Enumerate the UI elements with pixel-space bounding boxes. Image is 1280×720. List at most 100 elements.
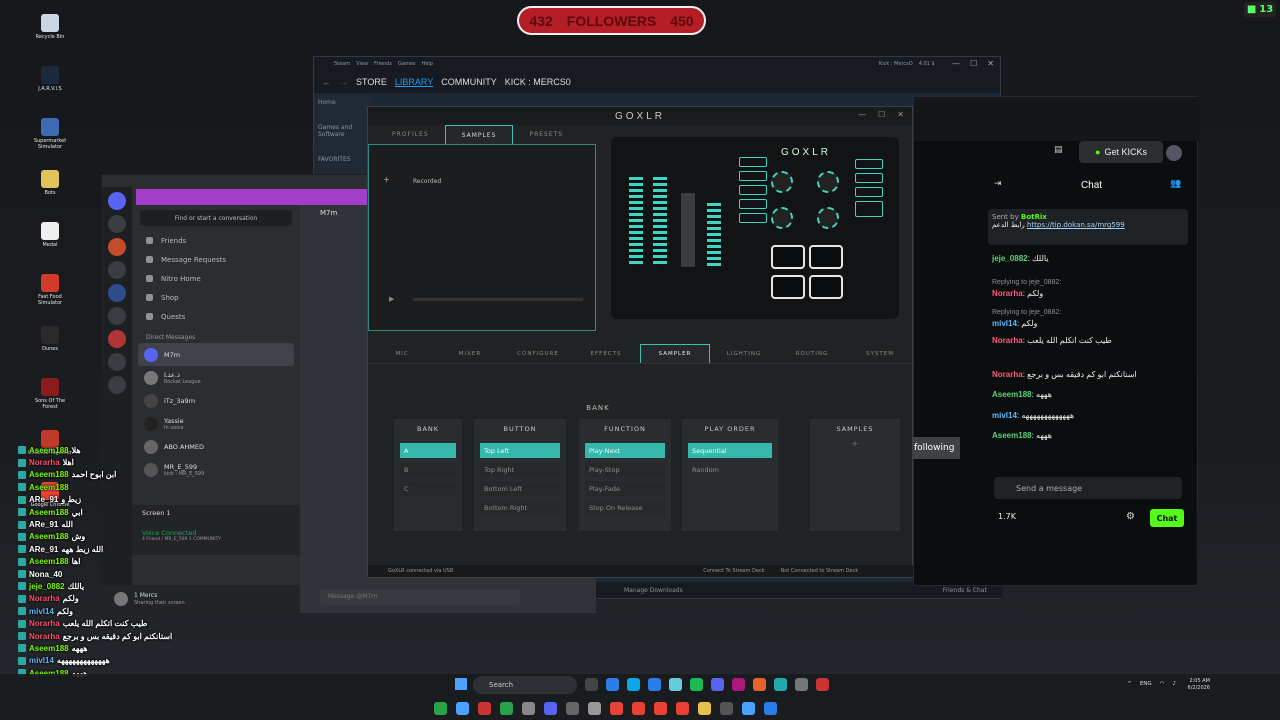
tab-effects[interactable]: EFFECTS xyxy=(572,344,640,363)
chat-username[interactable]: Aseem188 xyxy=(992,390,1032,399)
add-icon[interactable]: + xyxy=(383,175,390,184)
desktop-icon[interactable]: Medal xyxy=(28,222,72,270)
steam-account[interactable]: Kick : MercsO xyxy=(879,61,913,67)
taskbar-app-icon[interactable] xyxy=(676,702,689,715)
side-button[interactable] xyxy=(739,213,767,223)
taskbar-app-icon[interactable] xyxy=(764,702,777,715)
button-option-bottom-right[interactable]: Bottom Right xyxy=(480,500,560,515)
side-button[interactable] xyxy=(739,199,767,209)
dm-item[interactable]: iTz_3a9m xyxy=(132,389,300,412)
sidebar-home[interactable]: Home xyxy=(314,95,374,110)
volume-icon[interactable]: ♪ xyxy=(1172,681,1176,687)
taskbar-app-icon[interactable] xyxy=(585,678,598,691)
nav-profile[interactable]: KICK : MERCS0 xyxy=(505,77,571,87)
taskbar-app-icon[interactable] xyxy=(648,678,661,691)
server-icon[interactable] xyxy=(108,284,126,302)
desktop-icon[interactable]: Recycle Bin xyxy=(28,14,72,62)
chat-message[interactable]: Aseem188: هههه xyxy=(992,389,1192,400)
taskbar-app-icon[interactable] xyxy=(627,678,640,691)
send-message-input[interactable]: Send a message xyxy=(994,477,1182,499)
taskbar-app-icon[interactable] xyxy=(816,678,829,691)
nav-library[interactable]: LIBRARY xyxy=(395,77,433,87)
play-order-option-sequential[interactable]: Sequential xyxy=(688,443,772,458)
tab-system[interactable]: SYSTEM xyxy=(846,344,914,363)
taskbar-app-icon[interactable] xyxy=(742,702,755,715)
chat-username[interactable]: mivl14 xyxy=(992,411,1017,420)
side-button[interactable] xyxy=(855,187,883,197)
minimize-icon[interactable]: — xyxy=(952,59,960,68)
taskbar-app-icon[interactable] xyxy=(753,678,766,691)
sample-pad-top-left[interactable] xyxy=(771,245,805,269)
taskbar-app-icon[interactable] xyxy=(711,678,724,691)
server-icon[interactable] xyxy=(108,376,126,394)
taskbar-app-icon[interactable] xyxy=(795,678,808,691)
tab-mic[interactable]: MIC xyxy=(368,344,436,363)
function-option-stop-on-release[interactable]: Stop On Release xyxy=(585,500,665,515)
nav-message-requests[interactable]: Message Requests xyxy=(132,250,300,269)
sidebar-games-filter[interactable]: Games and Software xyxy=(314,120,374,142)
avatar[interactable] xyxy=(1166,145,1182,161)
chevron-up-icon[interactable]: ^ xyxy=(1127,681,1132,687)
following-button[interactable]: following xyxy=(912,437,960,459)
bank-option-c[interactable]: C xyxy=(400,481,456,496)
side-button[interactable] xyxy=(855,173,883,183)
close-icon[interactable]: ✕ xyxy=(987,59,994,68)
taskbar-app-icon[interactable] xyxy=(610,702,623,715)
side-button[interactable] xyxy=(739,157,767,167)
chat-username[interactable]: jeje_0882 xyxy=(992,254,1028,263)
sample-pad-top-right[interactable] xyxy=(809,245,843,269)
taskbar-app-icon[interactable] xyxy=(434,702,447,715)
chat-message[interactable]: Replying to jeje_0882: mivl14: ولكم xyxy=(992,307,1192,329)
taskbar-app-icon[interactable] xyxy=(654,702,667,715)
taskbar-app-icon[interactable] xyxy=(606,678,619,691)
desktop-icon[interactable]: Supermarket Simulator xyxy=(28,118,72,166)
tab-profiles[interactable]: PROFILES xyxy=(376,125,445,145)
taskbar-app-icon[interactable] xyxy=(588,702,601,715)
server-icon[interactable] xyxy=(108,353,126,371)
steam-menu-help[interactable]: Help xyxy=(422,61,433,67)
function-option-play-fade[interactable]: Play-Fade xyxy=(585,481,665,496)
chat-message[interactable]: mivl14: هههههههههههههه xyxy=(992,410,1192,421)
taskbar-search[interactable]: Search xyxy=(473,676,577,694)
wifi-icon[interactable]: ◠ xyxy=(1160,681,1165,687)
chat-username[interactable]: Norarha xyxy=(992,289,1023,298)
button-option-top-left[interactable]: Top Left xyxy=(480,443,560,458)
taskbar-app-icon[interactable] xyxy=(690,678,703,691)
users-icon[interactable]: 👥 xyxy=(1170,179,1181,189)
taskbar-app-icon[interactable] xyxy=(632,702,645,715)
connect-stream-deck[interactable]: Connect To Stream Deck Not Connected to … xyxy=(703,568,858,574)
nav-community[interactable]: COMMUNITY xyxy=(441,77,497,87)
kick-browser-window[interactable]: ▤ ● Get KICKs ⇥ Chat 👥 Sent by BotRix راب… xyxy=(913,96,1199,586)
chat-message[interactable]: Norarha: طيب كنت اتكلم الله يلعب xyxy=(992,335,1192,346)
close-icon[interactable]: ✕ xyxy=(897,110,904,119)
clock[interactable]: 2:05 AM 6/2/2026 xyxy=(1188,678,1210,692)
play-order-option-random[interactable]: Random xyxy=(688,462,772,477)
button-option-bottom-left[interactable]: Bottom Left xyxy=(480,481,560,496)
discord-home-icon[interactable] xyxy=(108,192,126,210)
tab-sampler[interactable]: SAMPLER xyxy=(640,344,710,363)
chat-send-button[interactable]: Chat xyxy=(1150,509,1184,527)
playback-slider[interactable] xyxy=(413,298,583,301)
sample-pad-bottom-left[interactable] xyxy=(771,275,805,299)
server-icon[interactable] xyxy=(108,261,126,279)
steam-menu-steam[interactable]: Steam xyxy=(334,61,350,67)
start-icon[interactable] xyxy=(455,678,467,690)
desktop-icon[interactable]: Fast Food Simulator xyxy=(28,274,72,322)
nav-store[interactable]: STORE xyxy=(356,77,387,87)
minimize-icon[interactable]: — xyxy=(858,110,866,119)
steam-menu-games[interactable]: Games xyxy=(398,61,416,67)
back-arrow-icon[interactable]: ← xyxy=(322,77,331,87)
goxlr-window[interactable]: GOXLR — ☐ ✕ PROFILES SAMPLES PRESETS + R… xyxy=(367,106,914,578)
tab-routing[interactable]: ROUTING xyxy=(778,344,846,363)
taskbar-app-icon[interactable] xyxy=(456,702,469,715)
tab-lighting[interactable]: LIGHTING xyxy=(710,344,778,363)
desktop-icon[interactable]: Bots xyxy=(28,170,72,218)
chat-message[interactable]: Aseem188: هههه xyxy=(992,430,1192,441)
get-kicks-button[interactable]: ● Get KICKs xyxy=(1079,141,1163,163)
desktop-icon[interactable]: Dunes xyxy=(28,326,72,374)
fader-4[interactable] xyxy=(707,203,721,267)
chat-username[interactable]: mivl14 xyxy=(992,319,1017,328)
tab-samples[interactable]: SAMPLES xyxy=(444,125,514,145)
chat-username[interactable]: Aseem188 xyxy=(992,431,1032,440)
chat-message[interactable]: Replying to jeje_0882: Norarha: ولكم xyxy=(992,277,1192,299)
